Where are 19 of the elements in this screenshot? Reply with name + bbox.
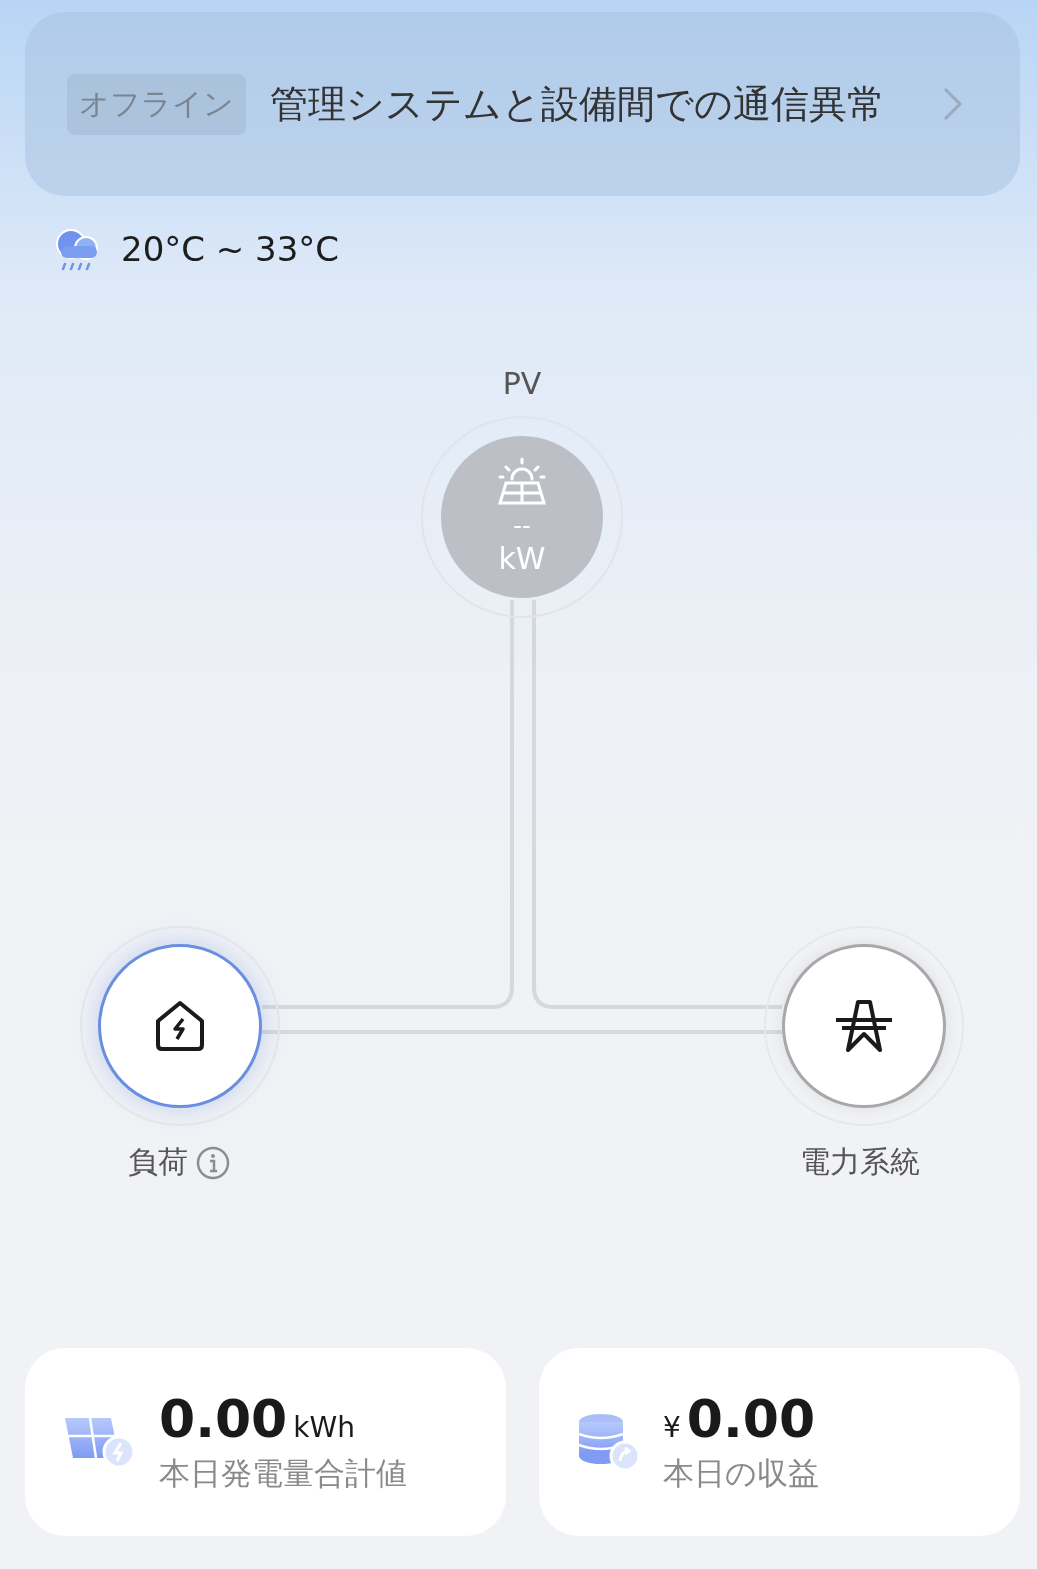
stat-value: 0.00 (159, 1389, 288, 1449)
power-unit: kW (498, 541, 546, 577)
node-label: 電力系統 (800, 1143, 920, 1181)
stat-unit: kWh (293, 1411, 355, 1444)
stat-label: 本日発電量合計値 (159, 1454, 407, 1493)
stat-label: 本日の収益 (663, 1454, 819, 1493)
info-icon[interactable] (196, 1145, 230, 1180)
node-label: 負荷 (128, 1143, 188, 1181)
power-tower-icon (834, 998, 894, 1054)
temperature-range: 20°C ~ 33°C (121, 229, 340, 269)
alert-banner[interactable]: オフライン 管理システムと設備間での通信異常 (25, 12, 1020, 196)
stat-value: 0.00 (686, 1389, 816, 1449)
node-label: PV (501, 366, 543, 401)
status-badge: オフライン (67, 73, 246, 135)
currency-symbol: ¥ (663, 1411, 681, 1444)
power-value: -- (513, 511, 531, 541)
load-node[interactable] (98, 944, 262, 1108)
chevron-icon (942, 86, 964, 122)
alert-message: 管理システムと設備間での通信異常 (270, 81, 886, 128)
